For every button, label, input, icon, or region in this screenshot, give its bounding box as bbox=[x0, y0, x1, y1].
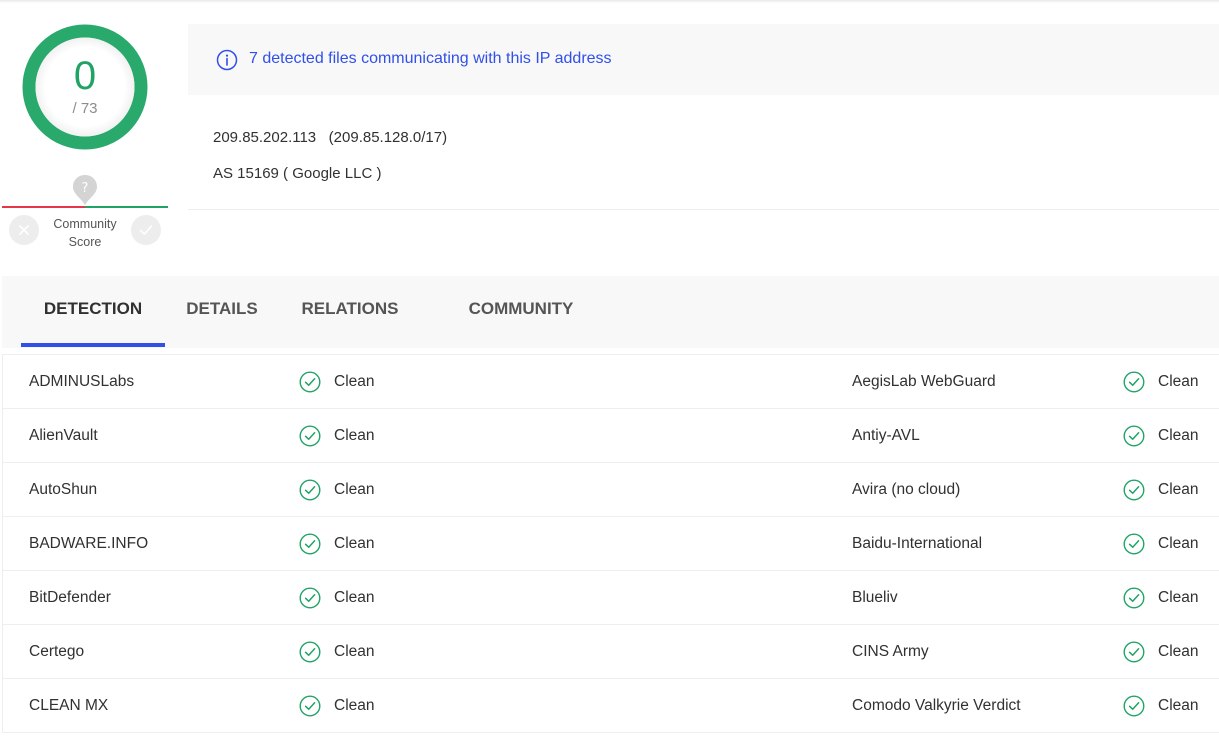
table-row: BADWARE.INFO Clean Baidu-International Clea… bbox=[3, 517, 1219, 571]
check-circle-icon bbox=[1123, 694, 1145, 717]
engine-name: Certego bbox=[29, 643, 85, 660]
tab-detection[interactable]: DETECTION bbox=[21, 276, 165, 348]
table-row: Certego Clean CINS Army Clean bbox=[3, 625, 1219, 679]
check-icon bbox=[139, 225, 153, 235]
result-label: Clean bbox=[1158, 535, 1199, 552]
vote-harmless-button[interactable] bbox=[131, 215, 161, 245]
engine-name: Avira (no cloud) bbox=[852, 481, 961, 498]
engine-name: Blueliv bbox=[852, 589, 898, 606]
check-circle-icon bbox=[1123, 370, 1145, 393]
ip-summary: 209.85.202.113 (209.85.128.0/17) AS 1516… bbox=[188, 95, 1219, 210]
check-circle-icon bbox=[1123, 640, 1145, 663]
x-icon bbox=[19, 225, 29, 235]
engine-result: Clean bbox=[1123, 463, 1199, 516]
ip-address-line: 209.85.202.113 (209.85.128.0/17) bbox=[213, 129, 447, 146]
community-score-bar bbox=[2, 206, 168, 208]
check-circle-icon bbox=[1123, 586, 1145, 609]
check-circle-icon bbox=[299, 478, 321, 501]
engine-result: Clean bbox=[1123, 517, 1199, 570]
result-label: Clean bbox=[334, 373, 375, 390]
result-label: Clean bbox=[334, 427, 375, 444]
engine-result: Clean bbox=[1123, 625, 1199, 678]
active-tab-indicator bbox=[21, 343, 165, 347]
check-circle-icon bbox=[299, 640, 321, 663]
result-label: Clean bbox=[334, 589, 375, 606]
ip-network[interactable]: (209.85.128.0/17) bbox=[329, 129, 447, 146]
check-circle-icon bbox=[299, 532, 321, 555]
check-circle-icon bbox=[1123, 424, 1145, 447]
engine-result: Clean bbox=[299, 571, 375, 624]
check-circle-icon bbox=[299, 370, 321, 393]
result-label: Clean bbox=[1158, 427, 1199, 444]
engine-name: CLEAN MX bbox=[29, 697, 109, 714]
engine-result: Clean bbox=[299, 517, 375, 570]
result-label: Clean bbox=[1158, 481, 1199, 498]
result-label: Clean bbox=[334, 535, 375, 552]
table-row: CLEAN MX Clean Comodo Valkyrie Verdict Clea… bbox=[3, 679, 1219, 733]
result-label: Clean bbox=[1158, 643, 1199, 660]
table-row: AlienVault Clean Antiy-AVL Clean bbox=[3, 409, 1219, 463]
check-circle-icon bbox=[299, 694, 321, 717]
engine-name: Baidu-International bbox=[852, 535, 983, 552]
engine-name: BitDefender bbox=[29, 589, 111, 606]
engine-result: Clean bbox=[1123, 409, 1199, 462]
engine-result: Clean bbox=[1123, 355, 1199, 408]
report-tabs: DETECTION DETAILS RELATIONS COMMUNITY bbox=[2, 276, 1219, 348]
result-label: Clean bbox=[334, 481, 375, 498]
tab-details[interactable]: DETAILS bbox=[180, 276, 264, 348]
top-divider bbox=[0, 0, 1219, 3]
result-label: Clean bbox=[1158, 697, 1199, 714]
result-label: Clean bbox=[1158, 589, 1199, 606]
table-row: ADMINUSLabs Clean AegisLab WebGuard Clean bbox=[3, 355, 1219, 409]
community-score-label-line2: Score bbox=[68, 235, 102, 249]
community-score-bar-negative bbox=[2, 206, 85, 208]
check-circle-icon bbox=[299, 586, 321, 609]
engine-name: AlienVault bbox=[29, 427, 98, 444]
engine-name: Antiy-AVL bbox=[852, 427, 920, 444]
engine-result: Clean bbox=[299, 625, 375, 678]
result-label: Clean bbox=[1158, 373, 1199, 390]
detection-count: 0 bbox=[73, 54, 97, 98]
engine-name: BADWARE.INFO bbox=[29, 535, 149, 552]
community-score-label-line1: Community bbox=[53, 217, 117, 231]
engine-result: Clean bbox=[299, 463, 375, 516]
community-score-bar-positive bbox=[85, 206, 168, 208]
detection-table: ADMINUSLabs Clean AegisLab WebGuard Clean Al… bbox=[2, 354, 1219, 733]
ip-address: 209.85.202.113 bbox=[213, 129, 317, 146]
engine-result: Clean bbox=[1123, 679, 1199, 732]
vote-malicious-button[interactable] bbox=[9, 215, 39, 245]
engine-result: Clean bbox=[299, 355, 375, 408]
detected-files-banner: 7 detected files communicating with this… bbox=[188, 24, 1219, 95]
question-mark-icon: ? bbox=[73, 175, 97, 205]
tab-community[interactable]: COMMUNITY bbox=[457, 276, 585, 348]
tab-relations[interactable]: RELATIONS bbox=[295, 276, 405, 348]
svg-text:?: ? bbox=[82, 181, 89, 196]
check-circle-icon bbox=[1123, 532, 1145, 555]
result-label: Clean bbox=[334, 697, 375, 714]
engine-total: / 73 bbox=[72, 100, 98, 117]
table-row: AutoShun Clean Avira (no cloud) Clean bbox=[3, 463, 1219, 517]
engine-name: Comodo Valkyrie Verdict bbox=[852, 697, 1021, 714]
engine-name: AutoShun bbox=[29, 481, 98, 498]
result-label: Clean bbox=[334, 643, 375, 660]
autonomous-system[interactable]: AS 15169 ( Google LLC ) bbox=[213, 165, 381, 182]
engine-result: Clean bbox=[299, 409, 375, 462]
community-score-label: Community Score bbox=[42, 215, 128, 251]
check-circle-icon bbox=[299, 424, 321, 447]
engine-result: Clean bbox=[299, 679, 375, 732]
engine-name: CINS Army bbox=[852, 643, 929, 660]
engine-name: ADMINUSLabs bbox=[29, 373, 135, 390]
table-row: BitDefender Clean Blueliv Clean bbox=[3, 571, 1219, 625]
engine-result: Clean bbox=[1123, 571, 1199, 624]
check-circle-icon bbox=[1123, 478, 1145, 501]
detected-files-link[interactable]: 7 detected files communicating with this… bbox=[249, 50, 612, 68]
info-icon bbox=[216, 49, 238, 71]
engine-name: AegisLab WebGuard bbox=[852, 373, 996, 390]
